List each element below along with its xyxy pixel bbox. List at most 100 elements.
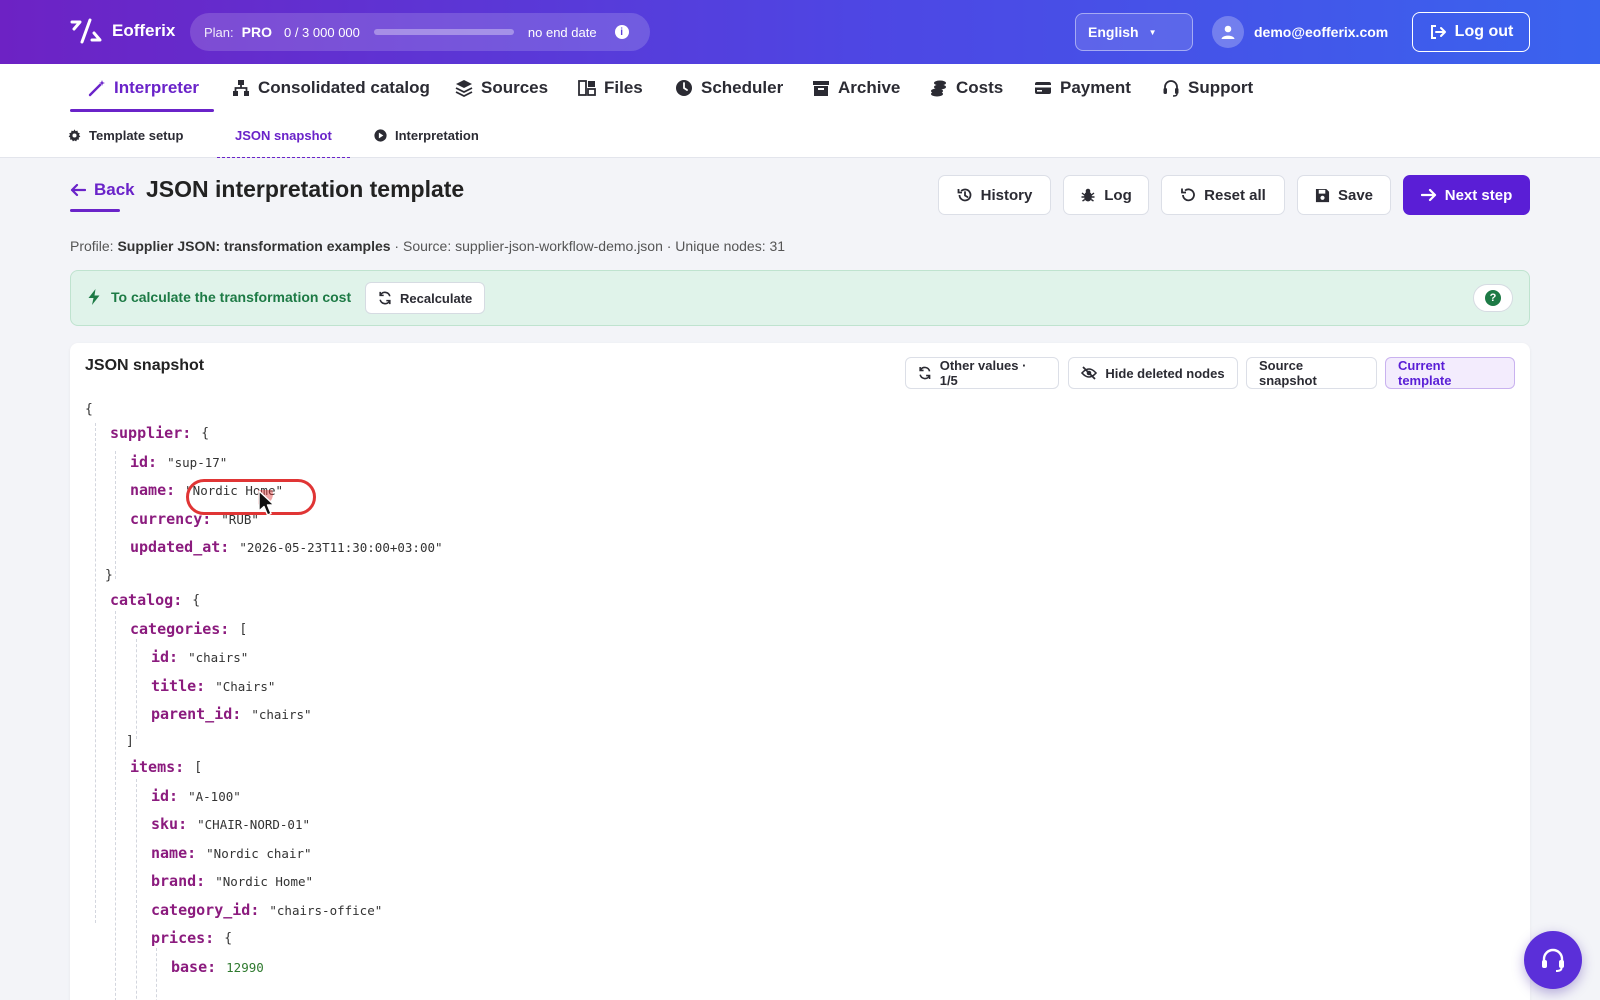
reset-all-button[interactable]: Reset all [1161,175,1285,215]
json-line[interactable]: title: "Chairs" [151,676,275,696]
nav-tab-scheduler[interactable]: Scheduler [675,64,783,112]
json-key[interactable]: parent_id: [151,705,241,723]
nav-tab-costs[interactable]: Costs [930,64,1003,112]
json-string-value[interactable]: "A-100" [188,789,241,804]
hide-deleted-nodes-button[interactable]: Hide deleted nodes [1068,357,1238,389]
json-string-value[interactable]: "2026-05-23T11:30:00+03:00" [239,540,442,555]
subtab-interpretation[interactable]: Interpretation [374,112,479,158]
clock-icon [676,80,692,96]
play-circle-icon [374,128,387,142]
json-key[interactable]: prices: [151,929,214,947]
save-button[interactable]: Save [1297,175,1391,215]
json-line[interactable]: prices: { [151,928,232,948]
subtab-label: JSON snapshot [235,127,332,143]
nav-tab-interpreter[interactable]: Interpreter [70,64,214,112]
help-button[interactable]: ? [1473,284,1513,312]
json-line[interactable]: id: "chairs" [151,647,248,667]
json-string-value[interactable]: "Nordic chair" [206,846,311,861]
headset-icon [1542,948,1564,972]
nav-tab-consolidated-catalog[interactable]: Consolidated catalog [232,64,430,112]
json-string-value[interactable]: "CHAIR-NORD-01" [197,817,310,832]
user-menu[interactable]: demo@eofferix.com [1212,16,1388,48]
json-line[interactable]: } [105,565,113,585]
json-key[interactable]: sku: [151,815,187,833]
nav-tab-support[interactable]: Support [1162,64,1253,112]
json-string-value[interactable]: "sup-17" [167,455,227,470]
subtab-json-snapshot[interactable]: JSON snapshot [217,112,350,158]
json-line[interactable]: parent_id: "chairs" [151,704,312,724]
source-snapshot-button[interactable]: Source snapshot [1246,357,1377,389]
json-string-value[interactable]: "Nordic Home" [215,874,313,889]
json-key[interactable]: title: [151,677,205,695]
value-selection-highlight [186,479,316,515]
json-line[interactable]: ] [126,731,134,751]
indent-guide [136,639,137,739]
json-string-value[interactable]: "chairs" [188,650,248,665]
json-line[interactable]: category_id: "chairs-office" [151,900,382,920]
back-button[interactable]: Back [70,180,135,200]
nav-tab-archive[interactable]: Archive [812,64,900,112]
json-line[interactable]: { [85,399,93,419]
next-step-button[interactable]: Next step [1403,175,1530,215]
subtab-label: Template setup [89,127,184,143]
json-key[interactable]: items: [130,758,184,776]
support-chat-button[interactable] [1524,931,1582,989]
json-line[interactable]: updated_at: "2026-05-23T11:30:00+03:00" [130,537,443,557]
other-values-button[interactable]: Other values · 1/5 [905,357,1059,389]
json-line[interactable]: supplier: { [110,423,209,443]
json-key[interactable]: id: [151,648,178,666]
nav-tab-label: Interpreter [114,78,200,97]
avatar [1212,16,1244,48]
indent-guide [95,423,96,923]
app-logo[interactable]: Eofferix [70,18,175,44]
recalculate-label: Recalculate [400,290,473,306]
json-line[interactable]: catalog: { [110,590,200,610]
logout-button[interactable]: Log out [1412,12,1530,52]
json-string-value[interactable]: "chairs-office" [269,903,382,918]
json-key[interactable]: brand: [151,872,205,890]
nav-tab-label: Support [1188,78,1254,97]
nav-tab-files[interactable]: Files [578,64,643,112]
json-line[interactable]: id: "A-100" [151,786,241,806]
json-string-value[interactable]: "chairs" [251,707,311,722]
json-key[interactable]: name: [130,481,175,499]
history-button[interactable]: History [938,175,1051,215]
json-key[interactable]: id: [130,453,157,471]
json-key[interactable]: base: [171,958,216,976]
user-icon [1221,25,1235,39]
log-button[interactable]: Log [1063,175,1149,215]
info-icon[interactable]: i [614,25,629,39]
subtab-template-setup[interactable]: Template setup [68,112,183,158]
current-template-button[interactable]: Current template [1385,357,1515,389]
current-template-label: Current template [1398,358,1452,388]
json-line[interactable]: name: "Nordic chair" [151,843,312,863]
json-key[interactable]: name: [151,844,196,862]
top-bar: Eofferix Plan: PRO 0 / 3 000 000 no end … [0,0,1600,84]
json-line[interactable]: brand: "Nordic Home" [151,871,313,891]
json-key[interactable]: catalog: [110,591,182,609]
json-line[interactable]: base: 12990 [171,957,264,977]
nav-tab-sources[interactable]: Sources [455,64,548,112]
language-selector[interactable]: EN English ▼ [1075,13,1193,84]
json-key[interactable]: id: [151,787,178,805]
usage-progress-bar [373,29,514,35]
usage-count: 0 / 3 000 000 [283,24,360,40]
json-line[interactable]: categories: [ [130,619,247,639]
json-number-value[interactable]: 12990 [226,960,264,975]
recalculate-button[interactable]: Recalculate [365,282,486,314]
json-line[interactable]: id: "sup-17" [130,452,227,472]
plan-usage: Plan: PRO 0 / 3 000 000 no end date i [190,13,650,51]
json-key[interactable]: categories: [130,620,229,638]
other-values-label: Other values · 1/5 [939,358,1027,388]
json-string-value[interactable]: "Chairs" [215,679,275,694]
json-line[interactable]: sku: "CHAIR-NORD-01" [151,814,310,834]
json-line[interactable]: items: [ [130,757,202,777]
coins-icon [931,80,946,97]
meta-source: · Source: supplier-json-workflow-demo.js… [390,238,786,254]
sitemap-icon [233,80,249,96]
json-key[interactable]: supplier: [110,424,191,442]
json-bracket: { [85,401,93,417]
json-key[interactable]: updated_at: [130,538,229,556]
nav-tab-payment[interactable]: Payment [1034,64,1131,112]
json-key[interactable]: category_id: [151,901,259,919]
